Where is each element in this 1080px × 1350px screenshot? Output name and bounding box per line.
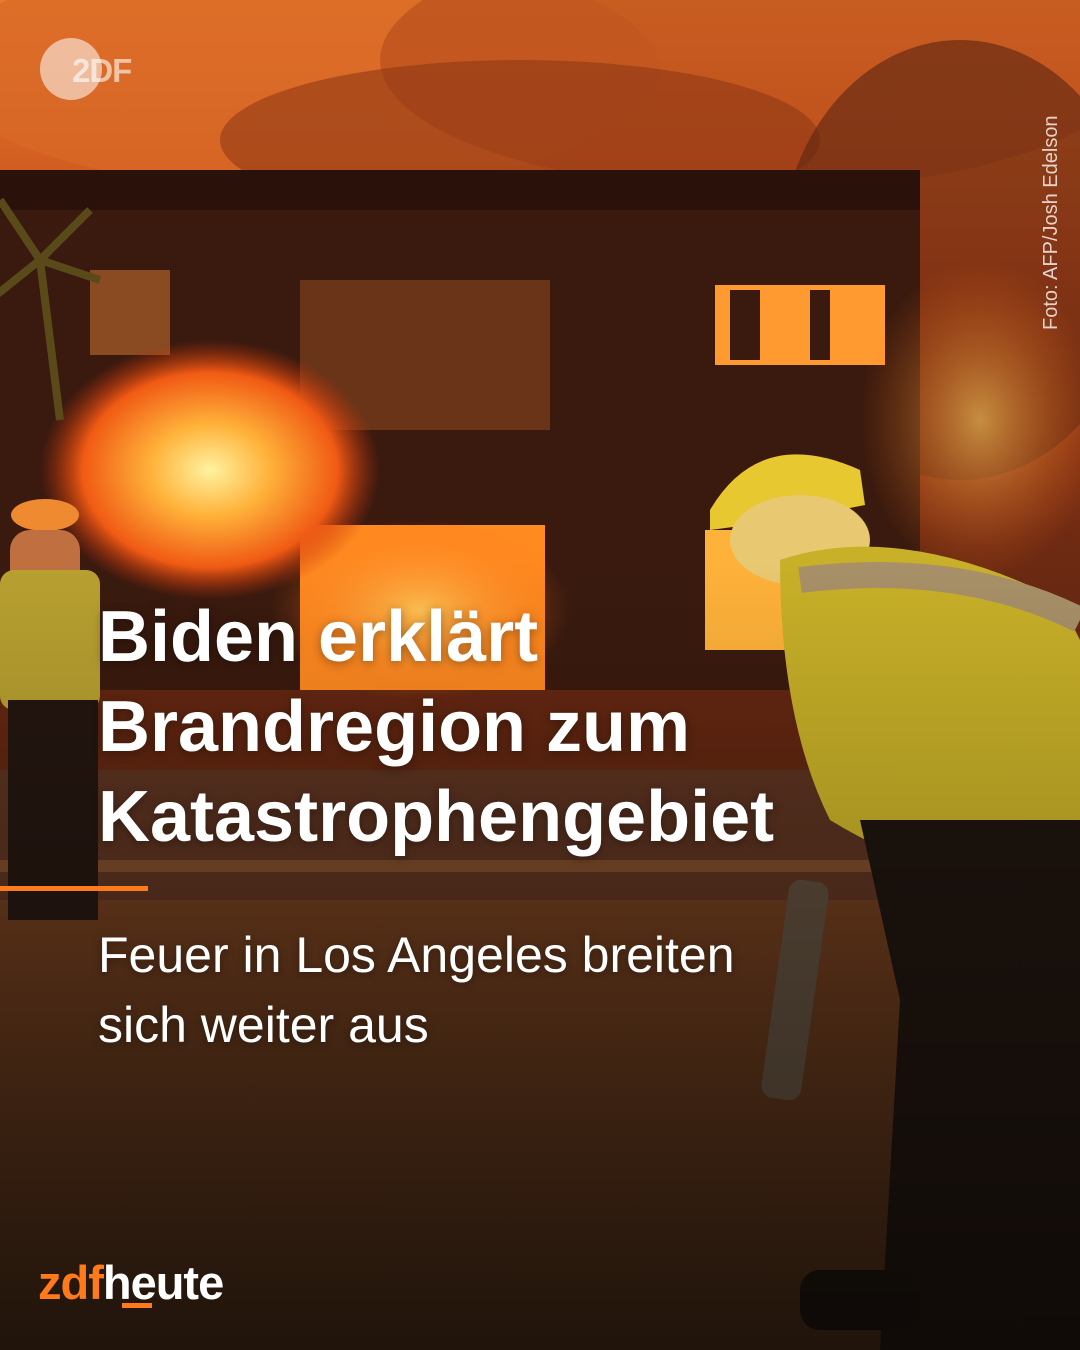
zdfheute-logo: zdfheute <box>38 1255 224 1310</box>
subheadline-line-1: Feuer in Los Angeles breiten <box>98 927 735 983</box>
headline: Biden erklärt Brandregion zum Katastroph… <box>98 592 958 862</box>
subheadline: Feuer in Los Angeles breiten sich weiter… <box>98 920 958 1060</box>
photo-credit: Foto: AFP/Josh Edelson <box>1040 115 1062 330</box>
headline-line-1: Biden erklärt <box>98 597 539 677</box>
photo-credit-wrap: Foto: AFP/Josh Edelson <box>1012 40 1062 330</box>
subheadline-line-2: sich weiter aus <box>98 997 429 1053</box>
headline-line-2: Brandregion zum <box>98 687 691 767</box>
headline-line-3: Katastrophengebiet <box>98 777 775 857</box>
logo-zdf-part: zdf <box>38 1256 104 1309</box>
logo-underline <box>122 1303 152 1308</box>
post-card: 2DF Foto: AFP/Josh Edelson Biden erklärt… <box>0 0 1080 1350</box>
logo-heute-part: heute <box>102 1256 224 1309</box>
accent-divider <box>0 886 148 891</box>
zdf-watermark-text: 2DF <box>72 52 132 89</box>
